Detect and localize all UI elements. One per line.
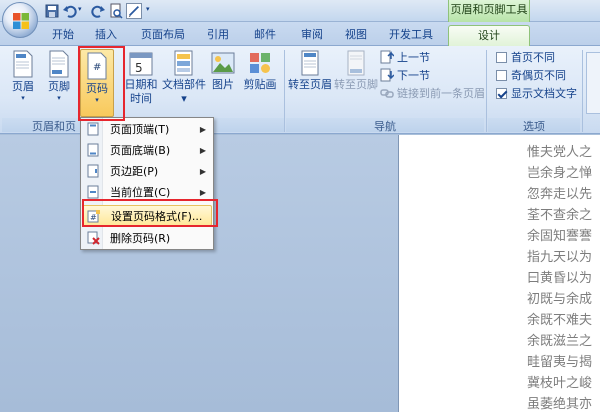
document-parts-label: 文档部件 [162,78,206,91]
document-line: 余既滋兰之 [527,334,593,349]
tab-home[interactable]: 开始 [43,25,83,46]
draw-table-icon[interactable] [126,3,142,19]
header-dropdown-icon: ▾ [21,94,25,102]
undo-icon[interactable] [62,3,78,19]
picture-label: 图片 [212,78,234,91]
different-odd-even-checkbox[interactable]: 奇偶页不同 [496,68,566,84]
footer-label: 页脚 [48,80,70,93]
document-line: 冀枝叶之峻 [527,376,593,391]
tab-design[interactable]: 设计 [448,25,530,46]
tab-developer[interactable]: 开发工具 [382,25,440,46]
document-parts-icon [174,50,193,76]
document-line: 惟夫党人之 [527,145,593,160]
menu-item-remove-page-numbers[interactable]: 删除页码(R) [82,228,212,249]
page-margins-icon [87,164,99,178]
document-line: 忽奔走以先 [527,187,593,202]
show-document-text-checkbox[interactable]: 显示文档文字 [496,86,577,102]
title-bar: ▾ ▾ 页眉和页脚工具 [0,0,600,38]
goto-footer-icon [347,50,365,76]
menu-item-top-of-page[interactable]: 页面顶端(T) ▶ [82,119,212,140]
context-tab-title: 页眉和页脚工具 [448,0,530,22]
ribbon-overflow-group[interactable] [586,52,600,114]
office-logo-icon [13,13,29,29]
checkbox-icon[interactable] [496,52,507,63]
document-line: 荃不查余之 [527,208,593,223]
ribbon-separator [284,50,285,132]
clipart-button[interactable]: 剪贴画 [242,50,278,116]
document-line: 指九天以为 [527,250,593,265]
undo-dropdown-icon[interactable]: ▾ [78,5,84,21]
clipart-label: 剪贴画 [243,78,277,91]
tab-insert[interactable]: 插入 [86,25,126,46]
submenu-arrow-icon: ▶ [199,125,206,134]
next-section-button[interactable]: 下一节 [380,68,430,84]
ribbon-tabs: 开始 插入 页面布局 引用 邮件 审阅 视图 开发工具 设计 [0,22,600,46]
calendar-icon: 5 [129,52,153,76]
document-line: 畦留夷与揭 [527,355,593,370]
date-time-label-line2: 时间 [130,92,152,105]
document-parts-dropdown-icon: ▾ [181,92,187,105]
ribbon-separator [486,50,487,132]
group-label-navigation: 导航 [286,118,484,133]
document-line: 岂余身之惮 [527,166,593,181]
document-parts-button[interactable]: 文档部件 ▾ [162,50,206,116]
document-line: 余既不难夫 [527,313,593,328]
page-number-menu: 页面顶端(T) ▶ 页面底端(B) ▶ 页边距(P) ▶ 当前位置(C) ▶ # 设置页… [80,117,214,250]
date-time-label-line1: 日期和 [124,78,158,91]
link-to-previous-button[interactable]: 链接到前一条页眉 [380,86,485,102]
header-button[interactable]: 页眉 ▾ [8,50,38,116]
document-line: 曰黄昏以为 [527,271,593,286]
goto-header-icon [301,50,319,76]
highlight-box-page-number [78,46,125,121]
document-line: 余固知謇謇 [527,229,593,244]
tab-references[interactable]: 引用 [198,25,238,46]
header-label: 页眉 [12,80,34,93]
tab-view[interactable]: 视图 [336,25,376,46]
previous-section-button[interactable]: 上一节 [380,50,430,66]
previous-section-icon [380,50,395,64]
checkbox-icon[interactable] [496,70,507,81]
checkbox-checked-icon[interactable] [496,88,507,99]
submenu-arrow-icon: ▶ [199,146,206,155]
group-label-options: 选项 [488,118,580,133]
goto-header-button[interactable]: 转至页眉 [288,50,332,116]
document-line: 初既与余成 [527,292,593,307]
date-time-button[interactable]: 5 日期和 时间 [124,50,158,116]
print-preview-icon[interactable] [108,3,124,19]
current-position-icon [87,185,99,199]
picture-icon [211,52,235,74]
goto-footer-button[interactable]: 转至页脚 [334,50,378,116]
link-icon [380,89,394,98]
tab-review[interactable]: 审阅 [292,25,332,46]
ribbon-separator [582,50,583,132]
different-first-page-checkbox[interactable]: 首页不同 [496,50,555,66]
tab-page-layout[interactable]: 页面布局 [134,25,192,46]
goto-footer-label: 转至页脚 [334,78,378,91]
remove-page-numbers-icon [87,231,100,245]
bottom-of-page-icon [87,143,99,157]
top-of-page-icon [87,122,99,136]
footer-icon [49,50,69,78]
redo-icon[interactable] [90,3,106,19]
submenu-arrow-icon: ▶ [199,167,206,176]
footer-button[interactable]: 页脚 ▾ [44,50,74,116]
header-icon [13,50,33,78]
customize-toolbar-icon[interactable]: ▾ [146,5,152,21]
document-line: 虽萎绝其亦 [527,397,593,412]
picture-button[interactable]: 图片 [208,50,238,116]
highlight-box-format-page-numbers [82,199,218,227]
save-icon[interactable] [44,3,60,19]
goto-header-label: 转至页眉 [288,78,332,91]
document-page[interactable]: 惟夫党人之岂余身之惮忽奔走以先荃不查余之余固知謇謇指九天以为曰黄昏以为初既与余成… [398,135,600,412]
svg-text:5: 5 [135,61,143,75]
footer-dropdown-icon: ▾ [57,94,61,102]
tab-mailings[interactable]: 邮件 [245,25,285,46]
office-button[interactable] [2,2,38,38]
menu-item-page-margins[interactable]: 页边距(P) ▶ [82,161,212,182]
menu-item-bottom-of-page[interactable]: 页面底端(B) ▶ [82,140,212,161]
clipart-icon [250,53,270,73]
next-section-icon [380,68,395,82]
